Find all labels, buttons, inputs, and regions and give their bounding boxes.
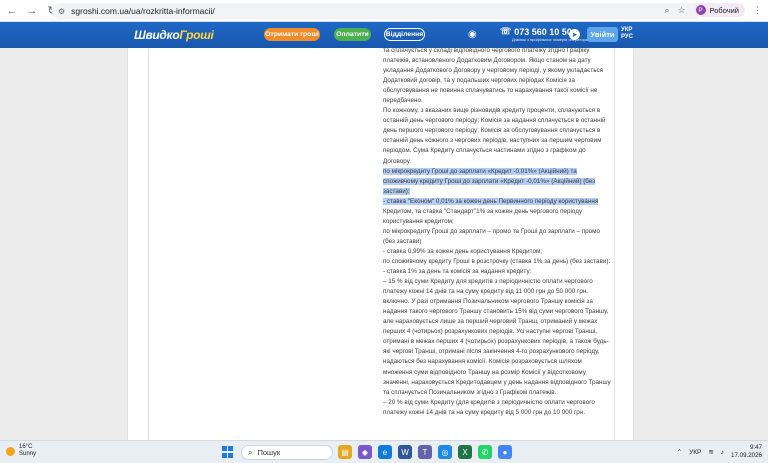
disclosure-text: та сплачується у складі відповідного чер… [383,46,611,418]
weather-condition: Sunny [19,451,37,457]
word-icon[interactable]: W [398,445,412,459]
pay-button[interactable]: Оплатити [334,28,371,41]
paragraph: – 20 % від суми Кредиту (для кредитів з … [383,398,595,416]
sun-icon [6,446,15,456]
phone-icon: ☏ [500,26,512,36]
menu-dots-icon[interactable]: ⋮ [753,5,762,16]
date: 17.09.2026 [731,452,762,459]
forward-icon[interactable]: → [24,3,40,19]
keyboard-language[interactable]: УКР [689,449,701,456]
paragraph: по мікрокредиту Гроші до зарплати «Креди… [383,167,596,195]
taskbar-search[interactable]: ⌕ Пошук [241,445,333,460]
telegram-icon[interactable]: ➤ [569,29,580,40]
system-tray: ⌃ УКР ≋ ♪ 9:47 17.09.2026 [677,444,762,460]
paragraph: та сплачується у складі відповідного чер… [383,47,604,105]
url-text: sgroshi.com.ua/ua/rozkritta-informacii/ [71,6,215,16]
edge-icon[interactable]: e [378,445,392,459]
wifi-icon[interactable]: ≋ [708,448,713,456]
site-logo[interactable]: ШвидкоГроші [134,28,214,42]
accessibility-eye-icon[interactable]: ◉ [468,29,477,40]
language-switch[interactable]: УКР РУС [621,27,633,41]
site-header: ШвидкоГроші Отримати гроші Оплатити Відд… [0,22,768,48]
divider [148,48,149,440]
avatar: Р [695,5,706,15]
paragraph: по споживчому кредиту Гроші в розстрочку… [383,257,611,265]
time: 9:47 [749,444,762,451]
tray-chevron-icon[interactable]: ⌃ [677,448,682,456]
profile-label: Робочий [709,5,739,15]
file-explorer-icon[interactable]: ▤ [338,445,352,459]
windows-start-icon[interactable] [222,446,234,458]
divider [614,48,615,440]
browser-toolbar: ← → ↻ ⚙ sgroshi.com.ua/ua/rozkritta-info… [0,0,768,22]
paragraph: по мікрокредиту Гроші до зарплати – пром… [383,227,600,245]
app-icon[interactable]: ◆ [358,445,372,459]
weather-widget[interactable]: 16°C Sunny [6,444,36,458]
lang-rus[interactable]: РУС [621,34,633,41]
search-icon: ⌕ [248,447,253,457]
site-info-icon[interactable]: ⚙ [58,7,65,16]
branches-button[interactable]: Відділення [384,28,425,41]
app-icon[interactable]: ◎ [438,445,452,459]
paragraph: - ставка 0,99% за кожен день користуванн… [383,247,543,255]
paragraph: - ставка "Економ" 0,01% за кожен день Пе… [383,197,599,205]
bookmark-star-icon[interactable]: ☆ [677,5,685,16]
whatsapp-icon[interactable]: ✆ [478,445,492,459]
volume-icon[interactable]: ♪ [721,449,724,456]
temperature: 16°C [19,444,33,450]
search-label: Пошук [257,448,281,457]
zoom-icon[interactable]: ⌕ [664,5,669,16]
get-money-button[interactable]: Отримати гроші [264,28,320,41]
paragraph: - ставка 1% за день та комісія за наданн… [383,268,532,276]
teams-icon[interactable]: T [418,445,432,459]
paragraph: По кожному, з вказаних вище різновидів к… [383,107,606,165]
excel-icon[interactable]: X [458,445,472,459]
address-bar[interactable]: ⚙ sgroshi.com.ua/ua/rozkritta-informacii… [52,3,702,19]
login-button[interactable]: Увійти [587,27,618,42]
phone-number: 073 560 10 50 [514,26,572,37]
chrome-icon[interactable]: ● [498,445,512,459]
paragraph: Кредитом, та ставка "Стандарт"1% за коже… [383,207,583,225]
paragraph: – 15 % від суми Кредиту для кредитів з п… [383,278,611,396]
back-icon[interactable]: ← [4,3,20,19]
windows-taskbar: 16°C Sunny ⌕ Пошук ▤ ◆ e W T ◎ X ✆ ● ⌃ У… [0,440,768,463]
lang-ukr[interactable]: УКР [621,27,633,34]
clock[interactable]: 9:47 17.09.2026 [731,444,762,460]
profile-button[interactable]: Р Робочий [693,3,745,17]
